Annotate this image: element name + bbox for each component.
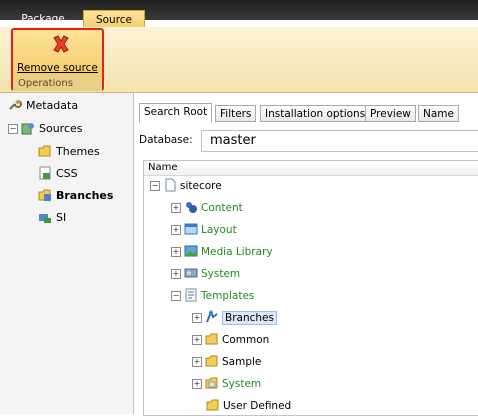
database-field[interactable]: master: [201, 130, 478, 152]
tree-node-sample[interactable]: + Sample: [192, 353, 261, 371]
nav-item-sources[interactable]: − Sources: [8, 120, 83, 138]
nav-item-label: Themes: [56, 145, 100, 158]
tree-node-label: Branches: [222, 311, 277, 325]
tree-node-label: System: [222, 378, 262, 390]
nav-item-themes[interactable]: Themes: [38, 143, 100, 161]
tree-node-user-defined[interactable]: User Defined: [206, 397, 291, 415]
media-icon: [184, 245, 198, 257]
tree-node-label: User Defined: [223, 400, 292, 412]
ribbon-tab-strip: Package Source: [0, 0, 478, 28]
database-label: Database:: [139, 134, 193, 146]
tab-name[interactable]: Name: [418, 105, 459, 122]
nav-item-label: Branches: [56, 189, 114, 202]
nav-item-branches[interactable]: Branches: [38, 187, 113, 205]
expand-toggle[interactable]: +: [171, 269, 181, 279]
tree-node-system[interactable]: + System: [171, 265, 240, 283]
source-editor: Search Root Filters Installation options…: [136, 97, 478, 416]
expand-toggle[interactable]: +: [171, 203, 181, 213]
tree-node-label: Media Library: [201, 246, 273, 258]
page-icon: [165, 178, 176, 192]
remove-source-button[interactable]: Remove source Operations: [11, 28, 104, 91]
remove-source-label: Remove source: [17, 62, 98, 74]
folder-icon: [205, 333, 218, 345]
tree-node-label: sitecore: [180, 180, 222, 192]
tab-package[interactable]: Package: [10, 10, 76, 28]
expand-toggle[interactable]: +: [171, 247, 181, 257]
nav-item-label: Metadata: [26, 99, 79, 112]
tree-node-label: Common: [222, 334, 270, 346]
tree-node-label: Layout: [201, 224, 237, 236]
nav-item-label: CSS: [56, 167, 78, 180]
operations-group-label: Operations: [13, 76, 102, 91]
layout-icon: [184, 223, 198, 235]
expand-toggle[interactable]: +: [192, 357, 202, 367]
nav-item-css[interactable]: CSS: [38, 165, 78, 183]
expand-toggle[interactable]: +: [171, 225, 181, 235]
folder-icon: [38, 145, 51, 157]
expand-toggle[interactable]: +: [192, 335, 202, 345]
tree-node-media-library[interactable]: + Media Library: [171, 243, 273, 261]
tree-node-content[interactable]: + Content: [171, 199, 243, 217]
collapse-toggle[interactable]: −: [150, 181, 160, 191]
tab-filters[interactable]: Filters: [215, 105, 257, 122]
collapse-toggle[interactable]: −: [8, 124, 18, 134]
folder-icon: [205, 377, 218, 389]
tree-node-label: Content: [201, 202, 243, 214]
nav-item-metadata[interactable]: Metadata: [8, 97, 78, 115]
tree-column-header[interactable]: Name: [144, 161, 478, 176]
folder-icon: [205, 355, 218, 367]
tab-search-root[interactable]: Search Root: [139, 103, 213, 123]
tree-node-templates[interactable]: − Templates: [171, 287, 254, 305]
tree-node-label: Sample: [222, 356, 262, 368]
wrench-icon: [9, 99, 22, 110]
nav-item-si[interactable]: SI: [38, 209, 66, 227]
si-icon: [39, 214, 51, 223]
tree-node-branches[interactable]: + Branches: [192, 309, 277, 327]
tree-node-label: System: [201, 268, 241, 280]
tab-source[interactable]: Source: [83, 10, 145, 28]
content-icon: [186, 202, 197, 213]
tab-preview[interactable]: Preview: [365, 105, 416, 122]
nav-item-label: SI: [56, 211, 67, 224]
content-tree: Name − sitecore + Content + Layout + Media L…: [143, 160, 478, 416]
expand-toggle[interactable]: +: [192, 313, 202, 323]
remove-x-icon: [53, 35, 69, 53]
templates-icon: [185, 288, 197, 302]
folder-icon: [206, 399, 219, 411]
branches-icon: [206, 310, 218, 323]
name-column-label: Name: [148, 162, 178, 173]
expand-toggle[interactable]: +: [192, 379, 202, 389]
nav-item-label: Sources: [39, 122, 83, 135]
tree-node-label: Templates: [201, 290, 255, 302]
system-icon: [184, 268, 198, 278]
tree-node-system-templates[interactable]: + System: [192, 375, 261, 393]
branches-icon: [38, 189, 51, 201]
left-nav-panel: Metadata − Sources Themes CSS Branches SI: [0, 93, 134, 414]
collapse-toggle[interactable]: −: [171, 291, 181, 301]
sources-icon: [21, 123, 34, 135]
tree-node-sitecore[interactable]: − sitecore: [150, 177, 222, 195]
tree-node-layout[interactable]: + Layout: [171, 221, 237, 239]
tab-installation-options[interactable]: Installation options: [260, 105, 371, 122]
tree-node-common[interactable]: + Common: [192, 331, 269, 349]
css-icon: [39, 166, 51, 180]
